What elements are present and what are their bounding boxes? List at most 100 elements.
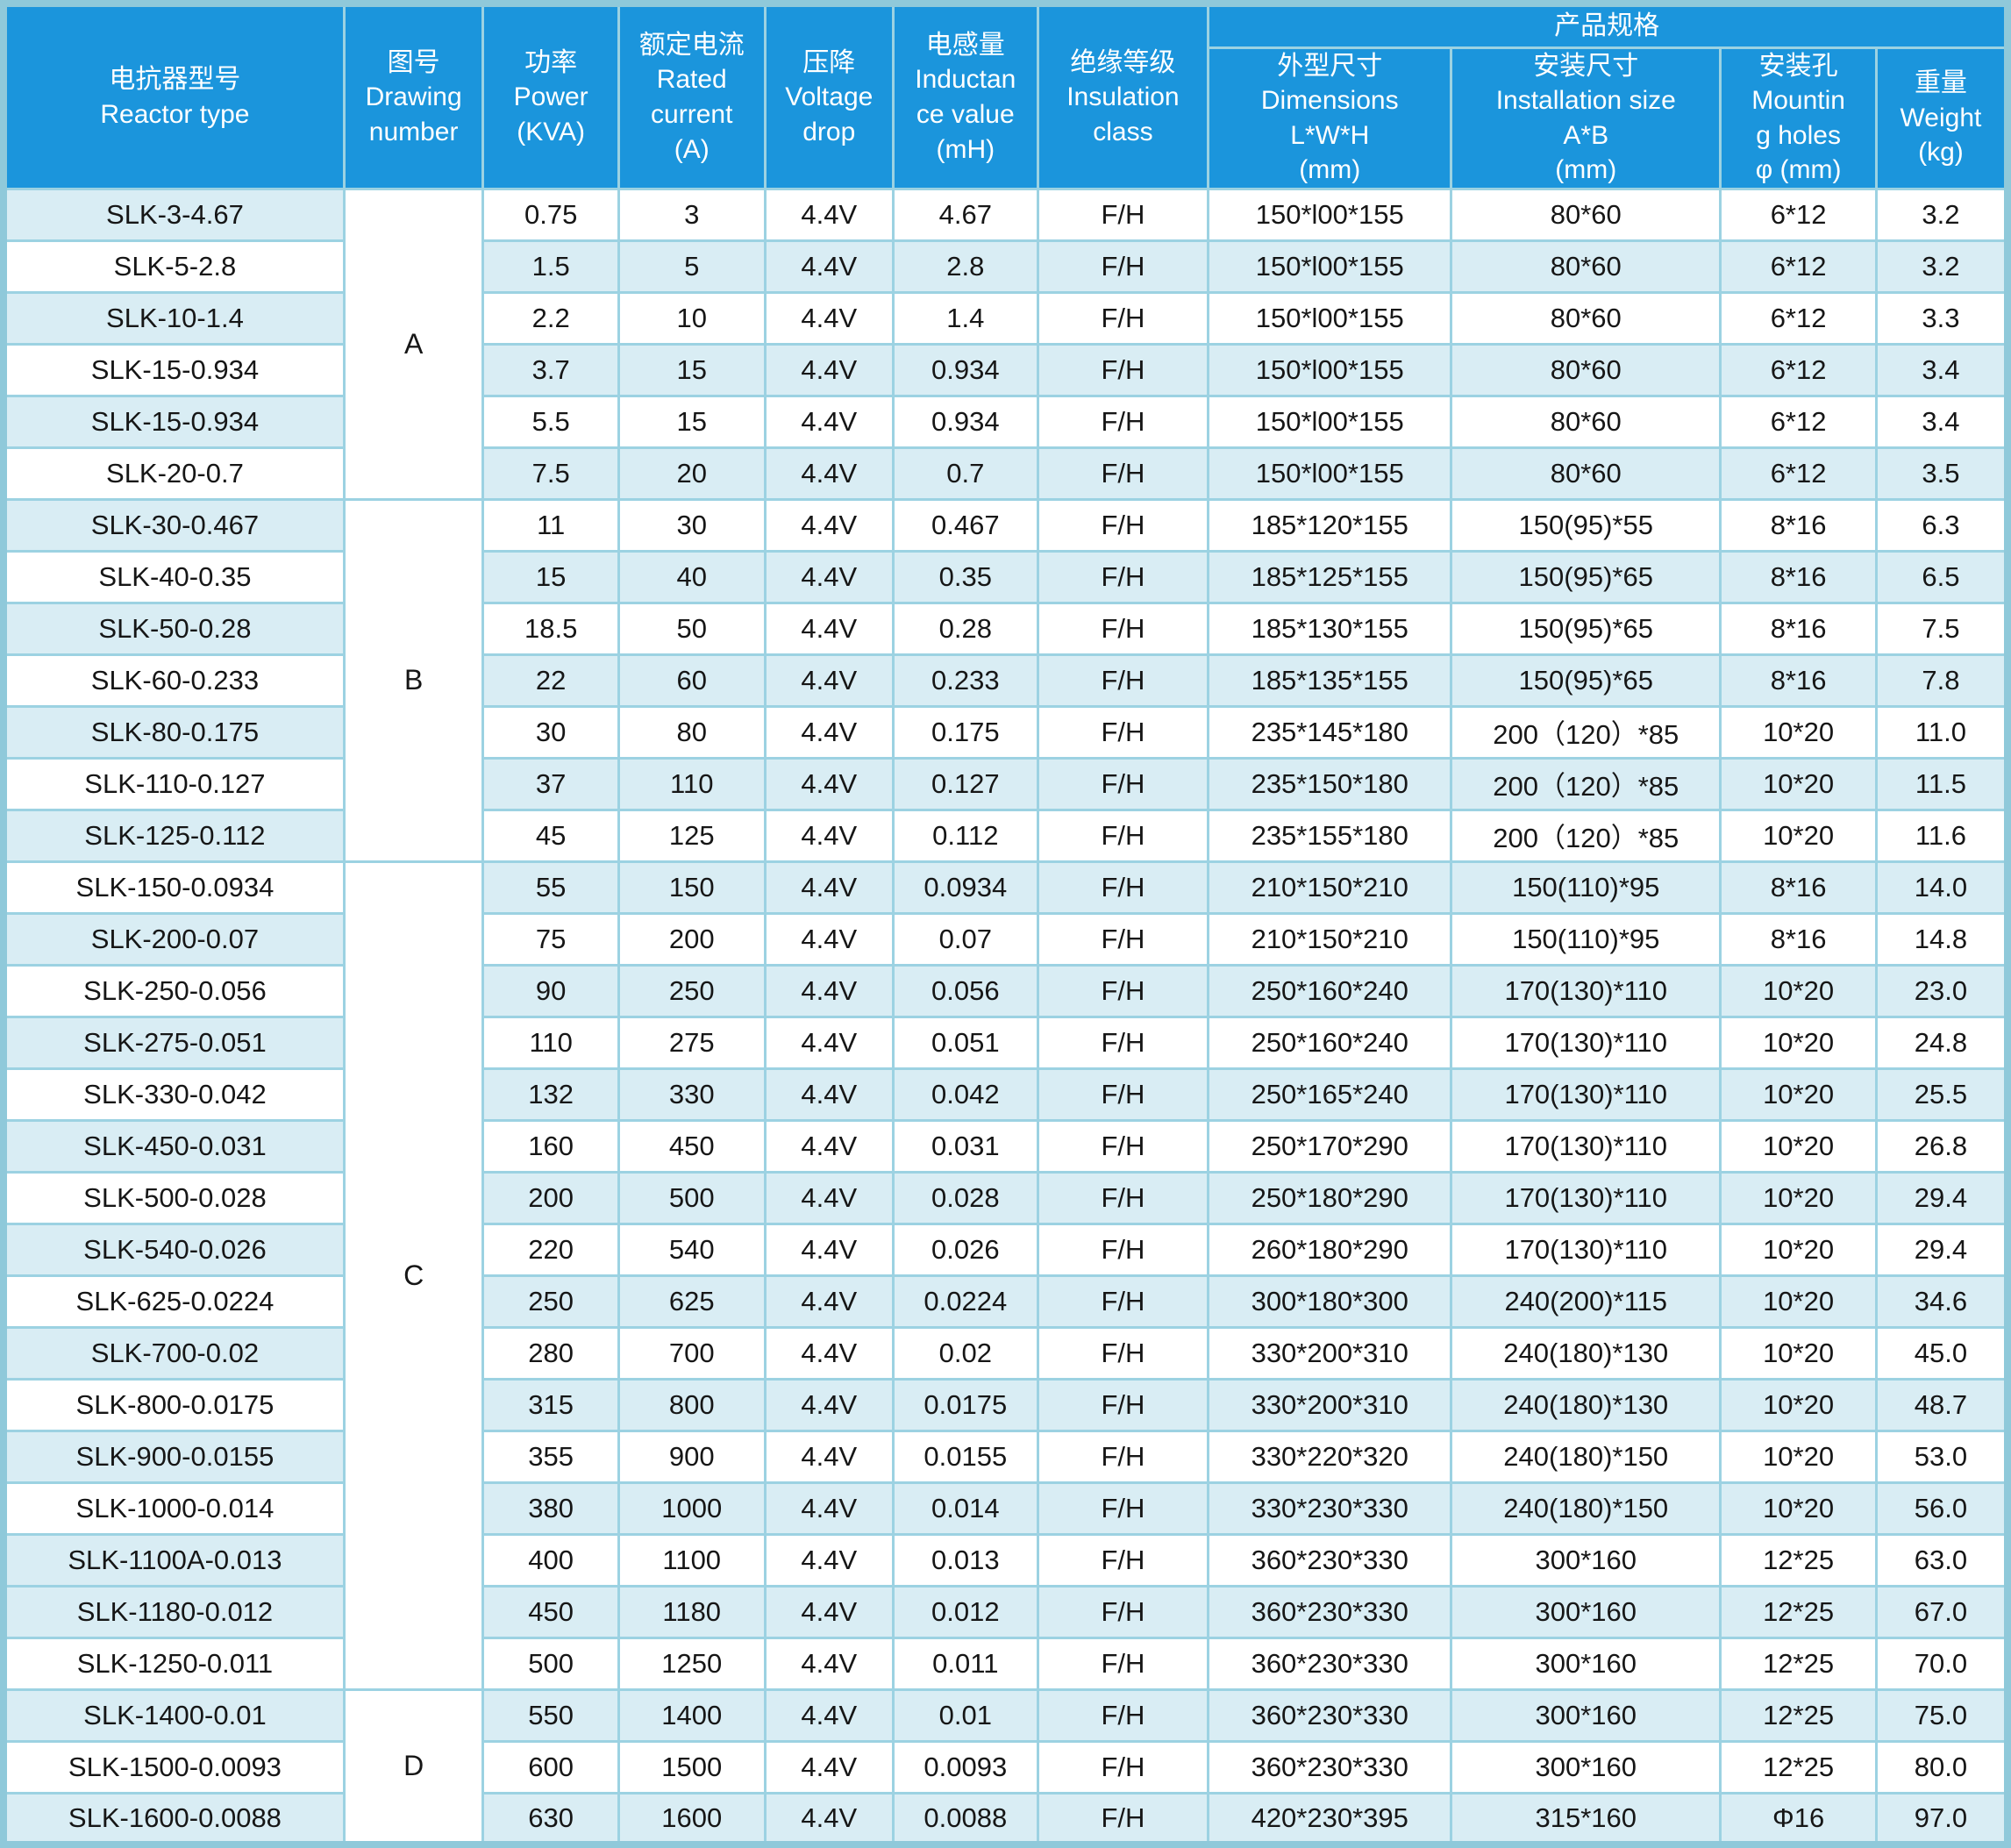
cell-voltage-drop: 4.4V xyxy=(765,1431,894,1482)
cell-dimensions: 250*180*290 xyxy=(1209,1172,1451,1224)
cell-weight: 14.0 xyxy=(1876,861,2007,913)
cell-dimensions: 250*160*240 xyxy=(1209,965,1451,1017)
cell-weight: 70.0 xyxy=(1876,1638,2007,1689)
cell-voltage-drop: 4.4V xyxy=(765,499,894,551)
cell-dimensions: 250*170*290 xyxy=(1209,1120,1451,1172)
cell-reactor-type: SLK-1180-0.012 xyxy=(4,1586,344,1638)
table-row: SLK-50-0.28 18.5 50 4.4V 0.28 F/H 185*13… xyxy=(4,603,2007,654)
cell-insulation-class: F/H xyxy=(1038,1327,1209,1379)
cell-power: 450 xyxy=(483,1586,619,1638)
cell-reactor-type: SLK-1400-0.01 xyxy=(4,1689,344,1741)
cell-dimensions: 210*150*210 xyxy=(1209,861,1451,913)
cell-drawing-group-A: A xyxy=(344,189,483,499)
cell-installation-size: 300*160 xyxy=(1451,1689,1721,1741)
cell-reactor-type: SLK-110-0.127 xyxy=(4,758,344,810)
cell-rated-current: 450 xyxy=(618,1120,765,1172)
cell-voltage-drop: 4.4V xyxy=(765,1327,894,1379)
cell-rated-current: 250 xyxy=(618,965,765,1017)
cell-inductance: 0.0155 xyxy=(894,1431,1038,1482)
cell-dimensions: 330*230*330 xyxy=(1209,1482,1451,1534)
cell-rated-current: 110 xyxy=(618,758,765,810)
cell-voltage-drop: 4.4V xyxy=(765,551,894,603)
cell-mounting-holes: 10*20 xyxy=(1721,1482,1877,1534)
cell-inductance: 0.0175 xyxy=(894,1379,1038,1431)
table-row: SLK-625-0.0224 250 625 4.4V 0.0224 F/H 3… xyxy=(4,1275,2007,1327)
cell-rated-current: 330 xyxy=(618,1068,765,1120)
cell-dimensions: 150*l00*155 xyxy=(1209,396,1451,447)
cell-rated-current: 40 xyxy=(618,551,765,603)
cell-rated-current: 1180 xyxy=(618,1586,765,1638)
cell-weight: 3.4 xyxy=(1876,344,2007,396)
cell-mounting-holes: 10*20 xyxy=(1721,1224,1877,1275)
cell-insulation-class: F/H xyxy=(1038,396,1209,447)
cell-mounting-holes: 6*12 xyxy=(1721,292,1877,344)
cell-power: 2.2 xyxy=(483,292,619,344)
cell-reactor-type: SLK-1100A-0.013 xyxy=(4,1534,344,1586)
cell-rated-current: 15 xyxy=(618,344,765,396)
cell-rated-current: 20 xyxy=(618,447,765,499)
cell-power: 500 xyxy=(483,1638,619,1689)
cell-reactor-type: SLK-15-0.934 xyxy=(4,344,344,396)
cell-inductance: 1.4 xyxy=(894,292,1038,344)
cell-insulation-class: F/H xyxy=(1038,1017,1209,1068)
cell-mounting-holes: 8*16 xyxy=(1721,861,1877,913)
table-row: SLK-10-1.4 2.2 10 4.4V 1.4 F/H 150*l00*1… xyxy=(4,292,2007,344)
table-row: SLK-450-0.031 160 450 4.4V 0.031 F/H 250… xyxy=(4,1120,2007,1172)
cell-reactor-type: SLK-625-0.0224 xyxy=(4,1275,344,1327)
cell-voltage-drop: 4.4V xyxy=(765,292,894,344)
cell-power: 5.5 xyxy=(483,396,619,447)
cell-rated-current: 1400 xyxy=(618,1689,765,1741)
cell-mounting-holes: 10*20 xyxy=(1721,1120,1877,1172)
cell-power: 3.7 xyxy=(483,344,619,396)
table-header: 电抗器型号 Reactor type 图号 Drawing number 功率 … xyxy=(4,4,2007,189)
cell-weight: 48.7 xyxy=(1876,1379,2007,1431)
table-row: SLK-20-0.7 7.5 20 4.4V 0.7 F/H 150*l00*1… xyxy=(4,447,2007,499)
cell-insulation-class: F/H xyxy=(1038,344,1209,396)
cell-voltage-drop: 4.4V xyxy=(765,1017,894,1068)
cell-power: 630 xyxy=(483,1793,619,1844)
cell-reactor-type: SLK-5-2.8 xyxy=(4,240,344,292)
table-row: SLK-15-0.934 5.5 15 4.4V 0.934 F/H 150*l… xyxy=(4,396,2007,447)
cell-rated-current: 60 xyxy=(618,654,765,706)
cell-voltage-drop: 4.4V xyxy=(765,1275,894,1327)
cell-mounting-holes: Φ16 xyxy=(1721,1793,1877,1844)
cell-dimensions: 420*230*395 xyxy=(1209,1793,1451,1844)
cell-voltage-drop: 4.4V xyxy=(765,1534,894,1586)
cell-dimensions: 210*150*210 xyxy=(1209,913,1451,965)
cell-inductance: 0.042 xyxy=(894,1068,1038,1120)
cell-installation-size: 300*160 xyxy=(1451,1741,1721,1793)
cell-dimensions: 185*125*155 xyxy=(1209,551,1451,603)
cell-insulation-class: F/H xyxy=(1038,1431,1209,1482)
cell-installation-size: 150(95)*65 xyxy=(1451,654,1721,706)
col-header-insulation-class: 绝缘等级 Insulation class xyxy=(1038,4,1209,189)
cell-dimensions: 185*120*155 xyxy=(1209,499,1451,551)
cell-power: 1.5 xyxy=(483,240,619,292)
cell-dimensions: 150*l00*155 xyxy=(1209,240,1451,292)
cell-rated-current: 30 xyxy=(618,499,765,551)
cell-installation-size: 200（120）*85 xyxy=(1451,758,1721,810)
table-row: SLK-1000-0.014 380 1000 4.4V 0.014 F/H 3… xyxy=(4,1482,2007,1534)
cell-dimensions: 260*180*290 xyxy=(1209,1224,1451,1275)
cell-power: 160 xyxy=(483,1120,619,1172)
cell-reactor-type: SLK-800-0.0175 xyxy=(4,1379,344,1431)
cell-insulation-class: F/H xyxy=(1038,1379,1209,1431)
cell-rated-current: 900 xyxy=(618,1431,765,1482)
cell-inductance: 4.67 xyxy=(894,189,1038,240)
cell-insulation-class: F/H xyxy=(1038,1275,1209,1327)
table-row: SLK-900-0.0155 355 900 4.4V 0.0155 F/H 3… xyxy=(4,1431,2007,1482)
cell-installation-size: 240(180)*150 xyxy=(1451,1482,1721,1534)
cell-voltage-drop: 4.4V xyxy=(765,654,894,706)
cell-voltage-drop: 4.4V xyxy=(765,1689,894,1741)
cell-mounting-holes: 8*16 xyxy=(1721,551,1877,603)
cell-rated-current: 500 xyxy=(618,1172,765,1224)
cell-weight: 3.3 xyxy=(1876,292,2007,344)
cell-insulation-class: F/H xyxy=(1038,706,1209,758)
cell-installation-size: 150(110)*95 xyxy=(1451,861,1721,913)
cell-weight: 11.6 xyxy=(1876,810,2007,861)
cell-installation-size: 80*60 xyxy=(1451,240,1721,292)
cell-weight: 34.6 xyxy=(1876,1275,2007,1327)
cell-weight: 24.8 xyxy=(1876,1017,2007,1068)
cell-insulation-class: F/H xyxy=(1038,965,1209,1017)
cell-inductance: 0.0088 xyxy=(894,1793,1038,1844)
cell-inductance: 0.07 xyxy=(894,913,1038,965)
